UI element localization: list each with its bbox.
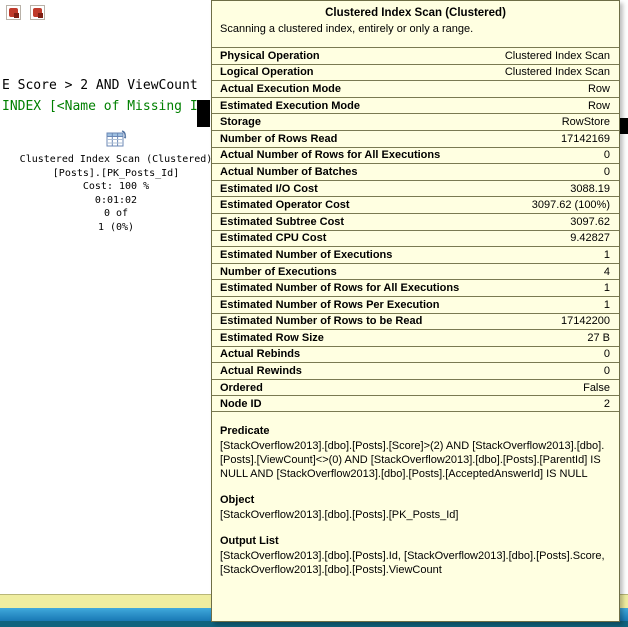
property-value: 9.42827 [570,232,610,244]
toolbar-icon-2[interactable] [30,5,45,20]
property-row: Logical Operation Clustered Index Scan [212,64,619,81]
property-row: Estimated Number of Executions 1 [212,246,619,263]
property-label: Number of Executions [220,266,337,278]
plan-node-label: Clustered Index Scan (Clustered) [Posts]… [0,153,232,234]
property-row: Estimated CPU Cost 9.42827 [212,230,619,247]
property-label: Node ID [220,398,262,410]
predicate-label: Predicate [220,425,610,437]
property-label: Estimated Execution Mode [220,100,360,112]
property-label: Estimated I/O Cost [220,183,318,195]
property-value: Clustered Index Scan [505,66,610,78]
property-row: Storage RowStore [212,113,619,130]
predicate-section: Predicate [StackOverflow2013].[dbo].[Pos… [220,425,610,481]
property-row: Actual Rebinds 0 [212,346,619,363]
property-value: 0 [604,365,610,377]
obscured-block [620,118,628,134]
property-value: 1 [604,299,610,311]
property-value: 17142169 [561,133,610,145]
plan-operator-node[interactable]: Clustered Index Scan (Clustered) [Posts]… [0,128,232,234]
property-row: Actual Rewinds 0 [212,362,619,379]
property-value: Row [588,100,610,112]
object-label: Object [220,494,610,506]
operator-tooltip: Clustered Index Scan (Clustered) Scannin… [211,0,620,622]
output-list-label: Output List [220,535,610,547]
property-row: Estimated Operator Cost 3097.62 (100%) [212,196,619,213]
property-row: Estimated Subtree Cost 3097.62 [212,213,619,230]
predicate-text: [StackOverflow2013].[dbo].[Posts].[Score… [220,439,610,481]
property-value: Row [588,83,610,95]
property-value: 3097.62 (100%) [532,199,610,211]
object-text: [StackOverflow2013].[dbo].[Posts].[PK_Po… [220,508,610,522]
property-row: Physical Operation Clustered Index Scan [212,47,619,64]
output-list-section: Output List [StackOverflow2013].[dbo].[P… [220,535,610,577]
property-label: Estimated Subtree Cost [220,216,344,228]
property-value: 3097.62 [570,216,610,228]
property-value: 0 [604,348,610,360]
property-label: Estimated Number of Executions [220,249,392,261]
property-value: 3088.19 [570,183,610,195]
property-row: Number of Rows Read 17142169 [212,130,619,147]
property-label: Estimated Number of Rows Per Execution [220,299,439,311]
property-value: False [583,382,610,394]
property-row: Actual Execution Mode Row [212,80,619,97]
tooltip-title: Clustered Index Scan (Clustered) [212,7,619,19]
property-row: Ordered False [212,379,619,396]
property-row: Actual Number of Batches 0 [212,163,619,180]
property-row: Estimated Execution Mode Row [212,97,619,114]
dark-glyph-icon [38,13,43,18]
property-value: 4 [604,266,610,278]
sql-text-line: E Score > 2 AND ViewCount [2,78,198,93]
property-row: Actual Number of Rows for All Executions… [212,147,619,164]
property-row: Node ID 2 [212,395,619,412]
property-label: Actual Rewinds [220,365,302,377]
property-row: Estimated Number of Rows Per Execution 1 [212,296,619,313]
property-row: Estimated Number of Rows for All Executi… [212,279,619,296]
output-list-text: [StackOverflow2013].[dbo].[Posts].Id, [S… [220,549,610,577]
plan-node-line: Clustered Index Scan (Clustered) [0,153,232,167]
property-label: Estimated Number of Rows for All Executi… [220,282,459,294]
property-value: 17142200 [561,315,610,327]
property-value: 27 B [587,332,610,344]
property-label: Ordered [220,382,263,394]
property-label: Estimated Operator Cost [220,199,350,211]
property-row: Estimated Row Size 27 B [212,329,619,346]
ssms-window: E Score > 2 AND ViewCount INDEX [<Name o… [0,0,628,627]
plan-node-line: 0:01:02 [0,194,232,208]
plan-node-line: 1 (0%) [0,221,232,235]
property-row: Estimated Number of Rows to be Read 17142… [212,313,619,330]
property-row: Estimated I/O Cost 3088.19 [212,180,619,197]
property-label: Actual Number of Rows for All Executions [220,149,440,161]
toolbar-icons [6,5,45,20]
property-table: Physical Operation Clustered Index Scan L… [212,47,619,412]
property-row: Number of Executions 4 [212,263,619,280]
plan-node-line: [Posts].[PK_Posts_Id] [0,167,232,181]
obscured-block [197,100,210,127]
property-label: Logical Operation [220,66,314,78]
property-label: Actual Number of Batches [220,166,358,178]
toolbar-icon-1[interactable] [6,5,21,20]
property-value: Clustered Index Scan [505,50,610,62]
tooltip-description: Scanning a clustered index, entirely or … [220,23,611,35]
property-label: Actual Rebinds [220,348,300,360]
property-value: 2 [604,398,610,410]
object-section: Object [StackOverflow2013].[dbo].[Posts]… [220,494,610,522]
property-label: Estimated Number of Rows to be Read [220,315,422,327]
property-label: Estimated CPU Cost [220,232,326,244]
property-label: Storage [220,116,261,128]
property-value: 0 [604,166,610,178]
property-label: Estimated Row Size [220,332,324,344]
property-label: Number of Rows Read [220,133,337,145]
property-label: Actual Execution Mode [220,83,341,95]
property-value: RowStore [562,116,610,128]
plan-node-line: 0 of [0,207,232,221]
plan-node-line: Cost: 100 % [0,180,232,194]
clustered-index-scan-icon [104,128,128,150]
property-value: 0 [604,149,610,161]
property-value: 1 [604,249,610,261]
property-value: 1 [604,282,610,294]
missing-index-hint-text: INDEX [<Name of Missing I [2,99,198,114]
dark-glyph-icon [14,13,19,18]
property-label: Physical Operation [220,50,320,62]
